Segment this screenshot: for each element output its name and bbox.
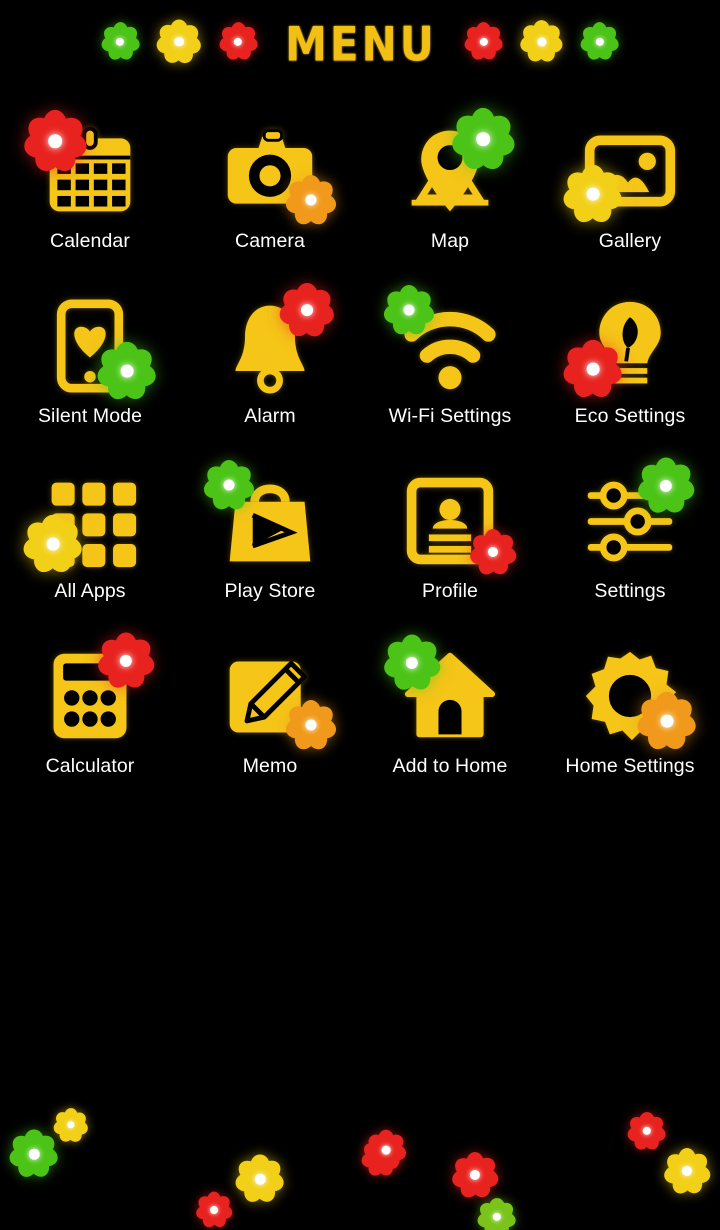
app-item-calendar[interactable]: Calendar xyxy=(0,109,180,285)
map-icon[interactable] xyxy=(390,107,517,224)
app-item-settings[interactable]: Settings xyxy=(540,457,720,635)
flower-yellow-icon xyxy=(662,1147,712,1199)
flower-decoration-icon xyxy=(283,699,339,755)
flower-decoration-icon xyxy=(468,528,518,580)
bell-icon[interactable] xyxy=(210,282,337,399)
flower-red-icon xyxy=(217,22,259,66)
app-item-home-settings[interactable]: Home Settings xyxy=(540,635,720,810)
app-label: Silent Mode xyxy=(37,405,143,427)
flower-green-icon xyxy=(579,22,621,66)
flower-green-icon xyxy=(476,1197,518,1230)
app-item-silent-mode[interactable]: Silent Mode xyxy=(0,285,180,460)
flower-red-icon xyxy=(626,1111,668,1155)
flower-yellow-glyph xyxy=(155,19,203,66)
app-grid: Calendar Camera Map Gallery Silent Mode Alarm… xyxy=(0,107,720,810)
app-label: Home Settings xyxy=(565,755,695,777)
app-item-play-store[interactable]: Play Store xyxy=(180,459,360,635)
flower-decoration-icon xyxy=(381,634,443,696)
app-item-profile[interactable]: Profile xyxy=(360,460,540,635)
app-grid-icon[interactable] xyxy=(21,468,150,576)
bottom-dock: THEMES WALL PAPERS xyxy=(0,1100,720,1230)
launcher-menu-screen: MENU Calendar Camera Map Gallery Silent Mode… xyxy=(0,0,720,1230)
camera-icon[interactable] xyxy=(210,118,339,228)
app-label: Settings xyxy=(594,580,666,602)
app-label: Map xyxy=(430,230,470,252)
shopping-bag-play-icon[interactable] xyxy=(201,459,330,574)
app-label: Add to Home xyxy=(392,755,508,777)
app-label: Calculator xyxy=(45,755,135,777)
flower-decoration-icon xyxy=(561,164,625,228)
flower-decoration-icon xyxy=(283,174,339,230)
flower-decoration-icon xyxy=(201,459,257,515)
lightbulb-leaf-icon[interactable] xyxy=(561,293,690,401)
app-item-memo[interactable]: Memo xyxy=(180,635,360,810)
flower-yellow-icon xyxy=(52,1107,90,1147)
app-label: Play Store xyxy=(224,580,316,602)
sliders-icon[interactable] xyxy=(570,457,697,574)
flower-red-icon xyxy=(463,22,505,66)
app-label: Memo xyxy=(242,755,298,777)
flower-yellow-icon xyxy=(519,20,565,68)
flower-red-icon xyxy=(450,1151,500,1203)
flower-decoration-icon xyxy=(277,282,337,342)
calendar-icon[interactable] xyxy=(21,109,150,224)
page-title: MENU xyxy=(285,16,437,72)
flower-yellow-icon xyxy=(155,19,203,69)
pencil-note-icon[interactable] xyxy=(210,643,339,753)
flower-decoration-icon xyxy=(95,632,157,694)
app-item-map[interactable]: Map xyxy=(360,107,540,285)
app-item-add-to-home[interactable]: Add to Home xyxy=(360,634,540,810)
flower-decoration-icon xyxy=(635,691,699,755)
flower-decoration-icon xyxy=(635,457,697,519)
app-label: Calendar xyxy=(50,230,130,252)
gallery-icon[interactable] xyxy=(561,118,690,226)
app-label: All Apps xyxy=(54,580,126,602)
profile-card-icon[interactable] xyxy=(390,468,518,578)
flower-red-glyph xyxy=(463,22,505,63)
flower-red-icon xyxy=(194,1191,234,1230)
phone-heart-icon[interactable] xyxy=(30,293,159,403)
flower-decoration-icon xyxy=(381,284,437,340)
gear-icon[interactable] xyxy=(570,643,699,753)
flower-yellow-glyph xyxy=(519,20,565,65)
app-item-wifi-settings[interactable]: Wi-Fi Settings xyxy=(360,284,540,460)
flower-green-icon xyxy=(99,22,141,66)
app-label: Camera xyxy=(235,230,305,252)
app-label: Eco Settings xyxy=(574,405,686,427)
app-item-calculator[interactable]: Calculator xyxy=(0,632,180,810)
app-item-all-apps[interactable]: All Apps xyxy=(0,460,180,635)
menu-header: MENU xyxy=(0,0,720,88)
flower-green-glyph xyxy=(579,22,621,63)
flower-decoration-icon xyxy=(561,339,625,403)
house-icon[interactable] xyxy=(381,634,510,749)
flower-green-icon xyxy=(7,1129,61,1183)
app-item-gallery[interactable]: Gallery xyxy=(540,110,720,285)
flower-decoration-icon xyxy=(21,109,89,177)
flower-red-icon xyxy=(364,1129,408,1175)
flower-yellow-icon xyxy=(233,1154,287,1208)
app-item-eco-settings[interactable]: Eco Settings xyxy=(540,285,720,460)
app-item-camera[interactable]: Camera xyxy=(180,110,360,285)
app-item-alarm[interactable]: Alarm xyxy=(180,282,360,460)
flower-red-glyph xyxy=(217,22,259,63)
flower-green-glyph xyxy=(99,22,141,63)
app-label: Profile xyxy=(422,580,478,602)
flower-decoration-icon xyxy=(21,514,85,578)
wifi-icon[interactable] xyxy=(381,284,510,399)
app-label: Wi-Fi Settings xyxy=(388,405,512,427)
app-label: Alarm xyxy=(244,405,296,427)
flower-decoration-icon xyxy=(95,341,159,405)
calculator-icon[interactable] xyxy=(30,632,157,749)
app-label: Gallery xyxy=(598,230,662,252)
flower-decoration-icon xyxy=(449,107,517,175)
